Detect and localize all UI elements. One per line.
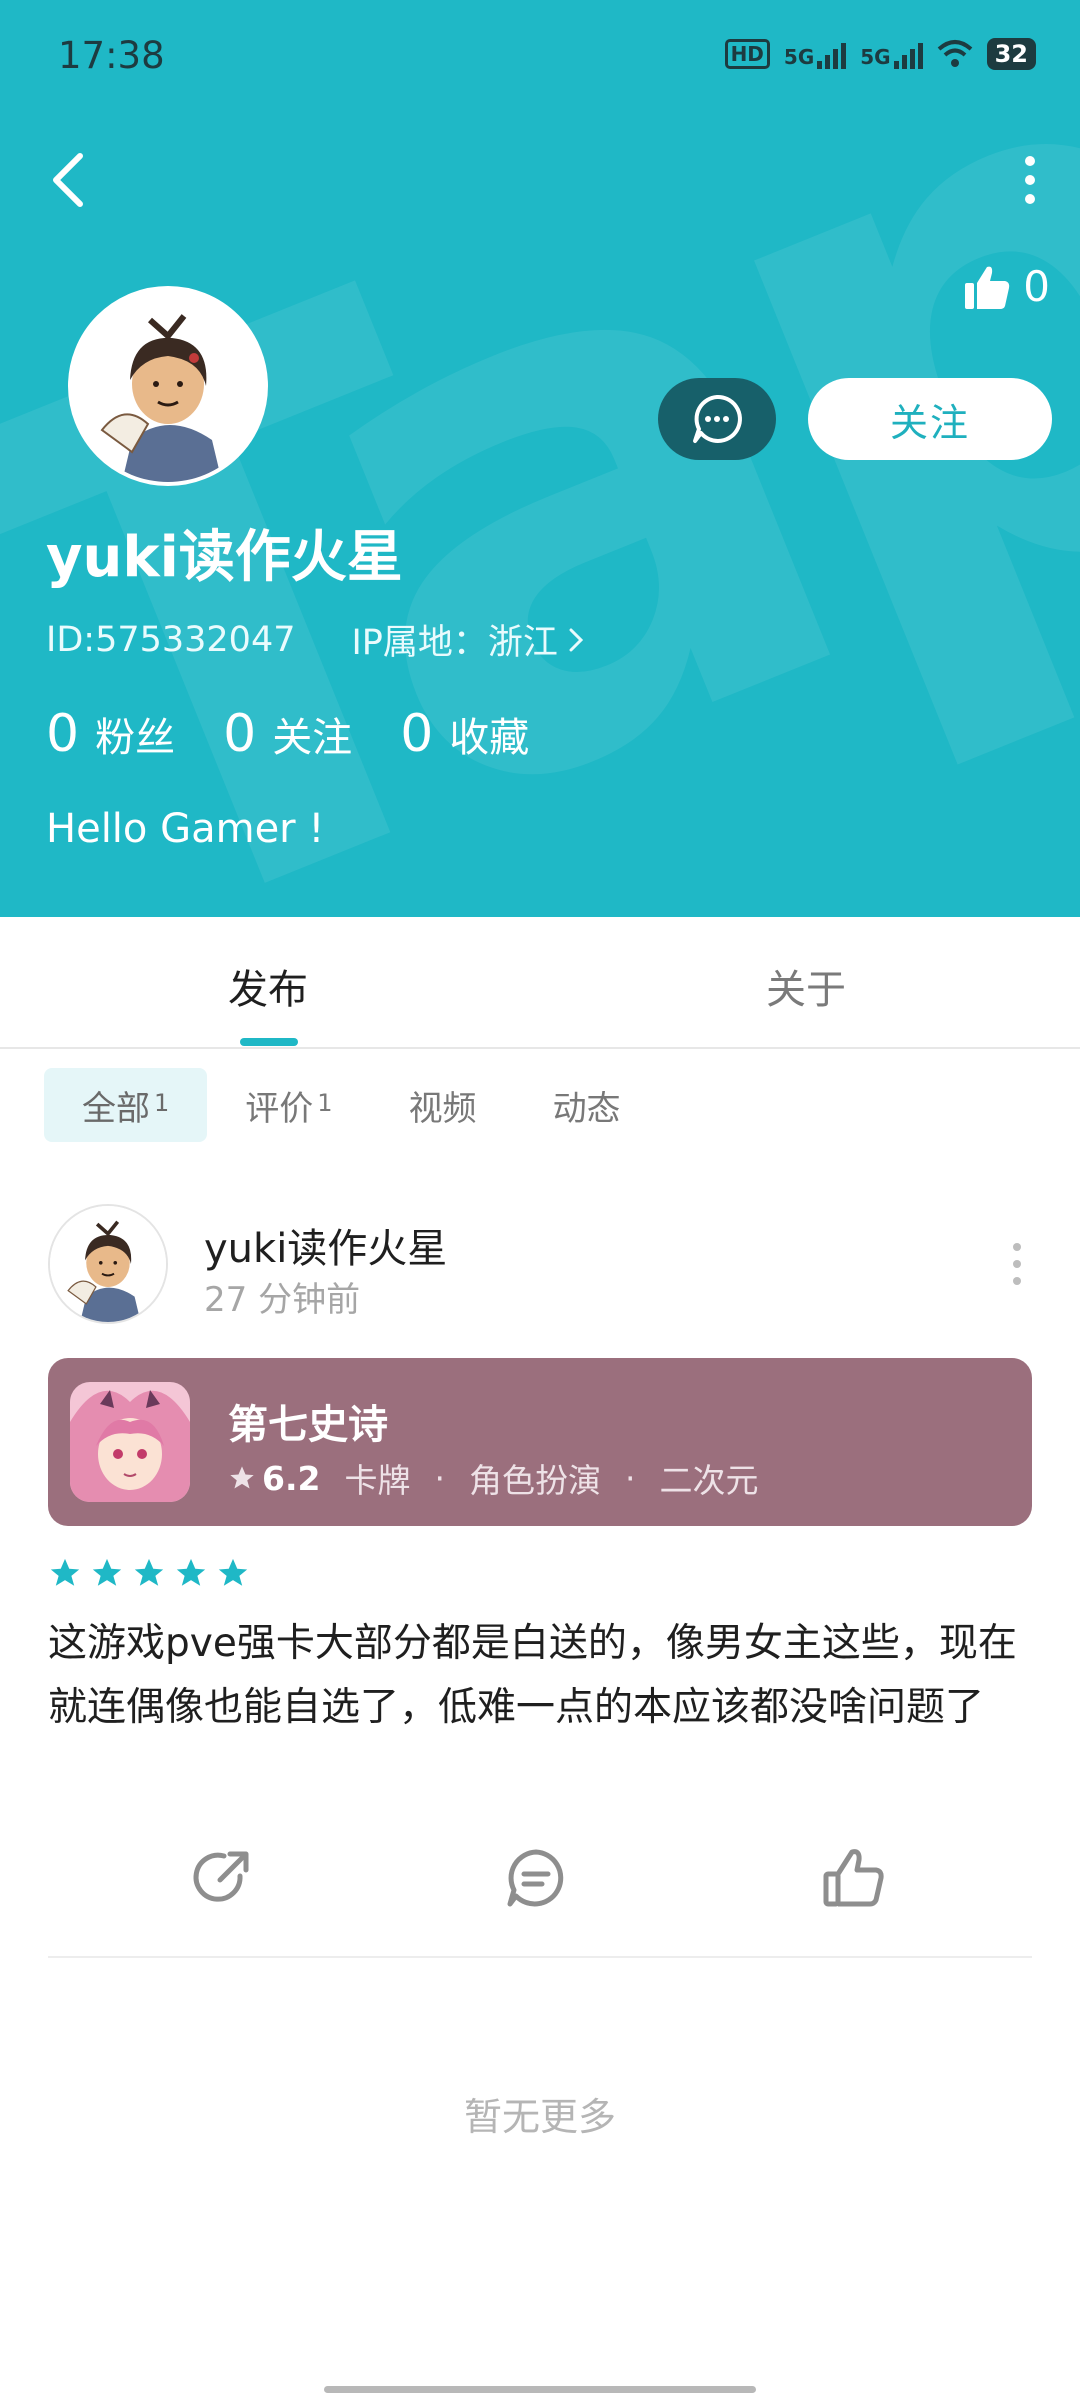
share-icon[interactable] — [190, 1846, 254, 1910]
game-rating: 6.2 — [228, 1459, 320, 1498]
stat-favorites-label: 收藏 — [449, 715, 530, 761]
profile-bio: Hello Gamer ! — [46, 806, 325, 852]
profile-header: Tap 17:38 HD 5G 5G 32 0 关注 yuki读作火星 ID:5… — [0, 0, 1080, 917]
stat-favorites[interactable]: 0 收藏 — [400, 704, 529, 764]
filter-reviews-label: 评价 — [245, 1088, 314, 1129]
rating-star-icon — [134, 1558, 164, 1586]
back-arrow-icon[interactable] — [48, 150, 88, 210]
ip-location-text: IP属地：浙江 — [351, 623, 558, 663]
game-tag: 卡牌 — [344, 1461, 411, 1500]
post-divider — [48, 1956, 1032, 1958]
post-timestamp: 27 分钟前 — [204, 1280, 361, 1320]
comment-icon[interactable] — [504, 1846, 568, 1910]
stat-following-value: 0 — [223, 704, 257, 764]
filter-moments[interactable]: 动态 — [515, 1068, 659, 1142]
user-id: ID:575332047 — [46, 619, 296, 660]
rating-star-icon — [92, 1558, 122, 1586]
thumbs-up-icon — [965, 266, 1010, 309]
follow-button[interactable]: 关注 — [808, 378, 1052, 460]
rating-star-icon — [50, 1558, 80, 1586]
filter-reviews-count: 1 — [317, 1089, 333, 1117]
game-card[interactable]: 第七史诗 6.2 卡牌 · 角色扮演 · 二次元 — [48, 1358, 1032, 1526]
stat-followers-label: 粉丝 — [95, 715, 176, 761]
game-tag: 角色扮演 — [468, 1461, 601, 1500]
post-author-avatar[interactable] — [48, 1204, 168, 1324]
chat-bubble-icon — [693, 394, 742, 443]
like-icon[interactable] — [822, 1846, 886, 1910]
tag-separator: · — [434, 1458, 445, 1498]
ip-location[interactable]: IP属地：浙江 — [351, 614, 584, 665]
more-vertical-icon[interactable] — [1018, 155, 1042, 205]
signal-2: 5G — [860, 39, 923, 69]
tag-separator: · — [624, 1458, 636, 1498]
stat-followers[interactable]: 0 粉丝 — [46, 704, 175, 764]
status-icons: HD 5G 5G 32 — [724, 38, 1036, 70]
hd-badge: HD — [724, 39, 770, 69]
profile-stats: 0 粉丝 0 关注 0 收藏 — [46, 704, 529, 764]
stat-following[interactable]: 0 关注 — [223, 704, 352, 764]
profile-name: yuki读作火星 — [46, 525, 403, 590]
star-icon — [230, 1466, 254, 1489]
no-more-text: 暂无更多 — [463, 2095, 616, 2139]
filter-all-count: 1 — [154, 1089, 170, 1117]
filter-videos-label: 视频 — [408, 1088, 477, 1129]
profile-likes[interactable]: 0 — [963, 262, 1050, 311]
review-text: 这游戏pve强卡大部分都是白送的，像男女主这些，现在就连偶像也能自选了，低难一点… — [48, 1621, 1017, 1730]
filter-all[interactable]: 全部 1 — [44, 1068, 208, 1142]
game-score: 6.2 — [262, 1458, 321, 1498]
stat-favorites-value: 0 — [400, 704, 434, 764]
profile-id-line: ID:575332047 IP属地：浙江 — [46, 614, 584, 665]
battery-indicator: 32 — [986, 38, 1036, 70]
post-actions — [0, 1846, 1080, 1916]
filter-moments-label: 动态 — [552, 1088, 621, 1129]
tab-publish[interactable]: 发布 — [228, 957, 308, 1015]
network-label-1: 5G — [783, 45, 815, 69]
game-tag: 二次元 — [659, 1461, 759, 1500]
status-time: 17:38 — [58, 34, 165, 77]
chevron-right-icon — [569, 628, 584, 651]
post-more-icon[interactable] — [1010, 1242, 1024, 1286]
rating-star-icon — [218, 1558, 248, 1586]
rating-star-icon — [176, 1558, 206, 1586]
avatar-illustration — [50, 1206, 166, 1322]
review-stars — [48, 1556, 250, 1590]
active-tab-indicator — [240, 1038, 298, 1046]
game-character-art — [70, 1382, 190, 1502]
filter-videos[interactable]: 视频 — [371, 1068, 515, 1142]
stat-following-label: 关注 — [272, 715, 353, 761]
filter-chips: 全部 1 评价 1 视频 动态 — [44, 1068, 659, 1142]
likes-count: 0 — [1023, 262, 1050, 311]
game-meta: 6.2 卡牌 · 角色扮演 · 二次元 — [228, 1454, 758, 1502]
game-icon — [70, 1382, 190, 1502]
filter-all-label: 全部 — [82, 1088, 150, 1129]
message-button[interactable] — [658, 378, 776, 460]
profile-avatar[interactable] — [68, 286, 268, 486]
game-title: 第七史诗 — [228, 1402, 388, 1448]
avatar-illustration — [72, 290, 264, 482]
post-author-name[interactable]: yuki读作火星 — [204, 1216, 447, 1274]
filter-reviews[interactable]: 评价 1 — [207, 1068, 370, 1142]
stat-followers-value: 0 — [46, 704, 80, 764]
network-label-2: 5G — [860, 45, 891, 69]
content-tabs: 发布 关于 — [0, 917, 1080, 1049]
signal-1: 5G — [783, 39, 847, 69]
home-indicator[interactable] — [324, 2386, 756, 2393]
wifi-icon — [937, 40, 972, 67]
tab-about[interactable]: 关于 — [766, 957, 846, 1015]
